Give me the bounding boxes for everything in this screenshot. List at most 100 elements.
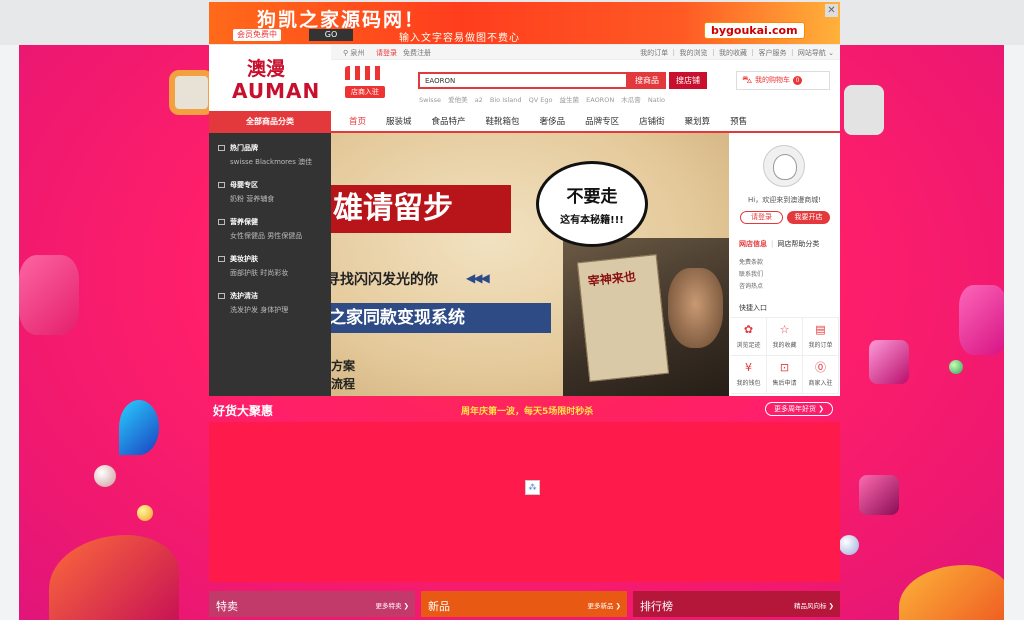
hot-word[interactable]: 爱他美 <box>448 96 468 104</box>
tab-shop-info[interactable]: 网店信息 <box>739 240 767 248</box>
category-sub: 女性保健品 男性保健品 <box>230 232 303 240</box>
nav-item-group-buy[interactable]: 聚划算 <box>685 111 711 133</box>
tab-shop-help[interactable]: 网店帮助分类 <box>777 240 819 248</box>
tab-rank[interactable]: 排行榜 精品风向标 ❯ <box>633 591 840 617</box>
tab-sale[interactable]: 特卖 更多特卖 ❯ <box>209 591 415 617</box>
avatar <box>763 145 805 187</box>
hero-line4: 方案 <box>331 359 356 373</box>
quick-merchant-join[interactable]: ⓪ 商家入驻 <box>803 356 839 394</box>
category-item[interactable]: 母婴专区 奶粉 营养辅食 <box>218 180 274 204</box>
category-title: 热门品牌 <box>230 144 258 152</box>
quick-wallet[interactable]: ¥ 我的钱包 <box>731 356 767 394</box>
footprint-icon: ✿ <box>743 323 754 336</box>
register-link[interactable]: 免费注册 <box>403 48 431 58</box>
tab-sale-more[interactable]: 更多特卖 ❯ <box>375 600 409 610</box>
deals-title: 好货大聚惠 <box>213 404 274 418</box>
info-link[interactable]: 联系我们 <box>739 269 763 281</box>
all-categories-button[interactable]: 全部商品分类 <box>209 111 331 133</box>
hot-word[interactable]: Natio <box>648 96 665 104</box>
login-link[interactable]: 请登录 <box>376 48 397 58</box>
deals-body: ⁂ <box>209 422 840 582</box>
book-image: 宰神来也 <box>576 254 670 382</box>
welcome-text: Hi，欢迎来到澳漫商城! <box>747 196 821 204</box>
deco-bubble <box>137 505 153 521</box>
cart-icon: ⛍ <box>742 75 753 86</box>
search-input[interactable] <box>420 74 620 87</box>
hero-line5: 流程 <box>331 377 356 391</box>
site-logo[interactable]: 澳漫 AUMAN <box>209 45 331 111</box>
hot-word[interactable]: a2 <box>475 96 483 104</box>
deco-shape <box>859 475 899 515</box>
right-margin <box>1004 45 1024 620</box>
hero-line2: 寻找闪闪发光的你 <box>331 272 438 288</box>
awning-icon <box>345 66 385 80</box>
hot-word[interactable]: 益生菌 <box>560 96 580 104</box>
hot-word[interactable]: QV Ego <box>529 96 553 104</box>
open-shop-button[interactable]: 我要开店 <box>787 211 830 224</box>
quick-after-sales[interactable]: ⊡ 售后申请 <box>767 356 803 394</box>
ad-go-button[interactable]: GO <box>309 29 353 41</box>
search-box <box>418 72 628 89</box>
nav-item-luxury[interactable]: 奢侈品 <box>540 111 566 133</box>
info-link[interactable]: 咨询热点 <box>739 281 763 293</box>
logo-en-text: AUMAN <box>232 79 321 103</box>
info-link[interactable]: 免费条款 <box>739 257 763 269</box>
search-shop-button[interactable]: 搜店铺 <box>669 72 707 89</box>
category-item[interactable]: 美妆护肤 面部护肤 时尚彩妆 <box>218 254 288 278</box>
bottle-icon <box>218 293 225 299</box>
deals-promo-text: 周年庆第一波，每天5场限时秒杀 <box>461 407 594 417</box>
quick-favorites[interactable]: ☆ 我的收藏 <box>767 318 803 356</box>
user-panel: Hi，欢迎来到澳漫商城! 请登录 我要开店 网店信息 | 网店帮助分类 免费条款 联… <box>729 133 840 396</box>
category-item[interactable]: 热门品牌 swisse Blackmores 澳佳 <box>218 143 312 167</box>
search-goods-button[interactable]: 搜商品 <box>628 72 666 89</box>
location[interactable]: ⚲ 泉州 <box>343 48 364 58</box>
speech-bubble: 不要走 这有本秘籍!!! <box>536 161 648 247</box>
quick-orders[interactable]: ▤ 我的订单 <box>803 318 839 356</box>
deco-bubble <box>94 465 116 487</box>
ad-close-icon[interactable]: ✕ <box>825 4 838 17</box>
nav-item-shoes-bags[interactable]: 鞋靴箱包 <box>486 111 520 133</box>
quick-browse-history[interactable]: ✿ 浏览足迹 <box>731 318 767 356</box>
nav-item-brands[interactable]: 品牌专区 <box>585 111 619 133</box>
after-sales-icon: ⊡ <box>779 361 790 374</box>
tab-new-more[interactable]: 更多新品 ❯ <box>587 600 621 610</box>
arrows-icon: ◀◀◀ <box>466 271 490 285</box>
tab-sale-title: 特卖 <box>216 600 238 613</box>
nav-item-clothing[interactable]: 服装城 <box>386 111 412 133</box>
hot-word[interactable]: 木瓜膏 <box>621 96 641 104</box>
hero-banner[interactable]: 雄请留步 寻找闪闪发光的你 ◀◀◀ 之家同款变现系统 方案 流程 宰神来也 不要… <box>331 133 729 396</box>
ad-banner[interactable]: 狗凯之家源码网！ 会员免费中 GO 输入文字容易做图不费心 bygoukai.c… <box>209 2 840 44</box>
info-list: 免费条款 联系我们 咨询热点 <box>739 257 763 293</box>
deco-appliance <box>844 85 884 135</box>
hot-word[interactable]: Swisse <box>419 96 441 104</box>
nav-item-food[interactable]: 食品特产 <box>432 111 466 133</box>
shop-entry-logo[interactable]: 店商入驻 <box>345 66 385 102</box>
cart-button[interactable]: ⛍ 我的购物车 0 <box>736 71 830 90</box>
category-item[interactable]: 洗护清洁 洗发护发 身体护理 <box>218 291 288 315</box>
nav-item-presale[interactable]: 预售 <box>730 111 747 133</box>
login-button[interactable]: 请登录 <box>740 211 783 224</box>
deals-more-button[interactable]: 更多周年好货 ❯ <box>765 402 834 416</box>
category-sub: 奶粉 营养辅食 <box>230 195 275 203</box>
tab-new[interactable]: 新品 更多新品 ❯ <box>421 591 627 617</box>
category-title: 美妆护肤 <box>230 255 258 263</box>
deco-shape <box>49 535 179 620</box>
deco-shape <box>959 285 1004 355</box>
nav-item-home[interactable]: 首页 <box>349 111 366 133</box>
nav-item-shop-street[interactable]: 店铺街 <box>639 111 665 133</box>
category-item[interactable]: 营养保健 女性保健品 男性保健品 <box>218 217 302 241</box>
logo-cn-text: 澳漫 <box>247 58 286 80</box>
tab-rank-more[interactable]: 精品风向标 ❯ <box>794 600 834 610</box>
location-text: 泉州 <box>350 49 365 57</box>
deco-shape <box>899 565 1004 620</box>
bubble-text-2: 这有本秘籍!!! <box>560 215 624 226</box>
cart-count-badge: 0 <box>793 76 802 85</box>
wallet-icon: ¥ <box>745 361 752 374</box>
top-links[interactable]: 我的订单 ｜ 我的浏览 ｜ 我的收藏 ｜ 客户服务 ｜ 网站导航 ⌄ <box>640 48 834 58</box>
deals-header: 好货大聚惠 周年庆第一波，每天5场限时秒杀 更多周年好货 ❯ <box>209 396 840 422</box>
deco-shape <box>119 400 159 455</box>
hot-word[interactable]: Bio Island <box>490 96 522 104</box>
hot-word[interactable]: EAORON <box>586 96 614 104</box>
star-icon: ☆ <box>779 323 790 336</box>
category-sub: swisse Blackmores 澳佳 <box>230 158 313 166</box>
